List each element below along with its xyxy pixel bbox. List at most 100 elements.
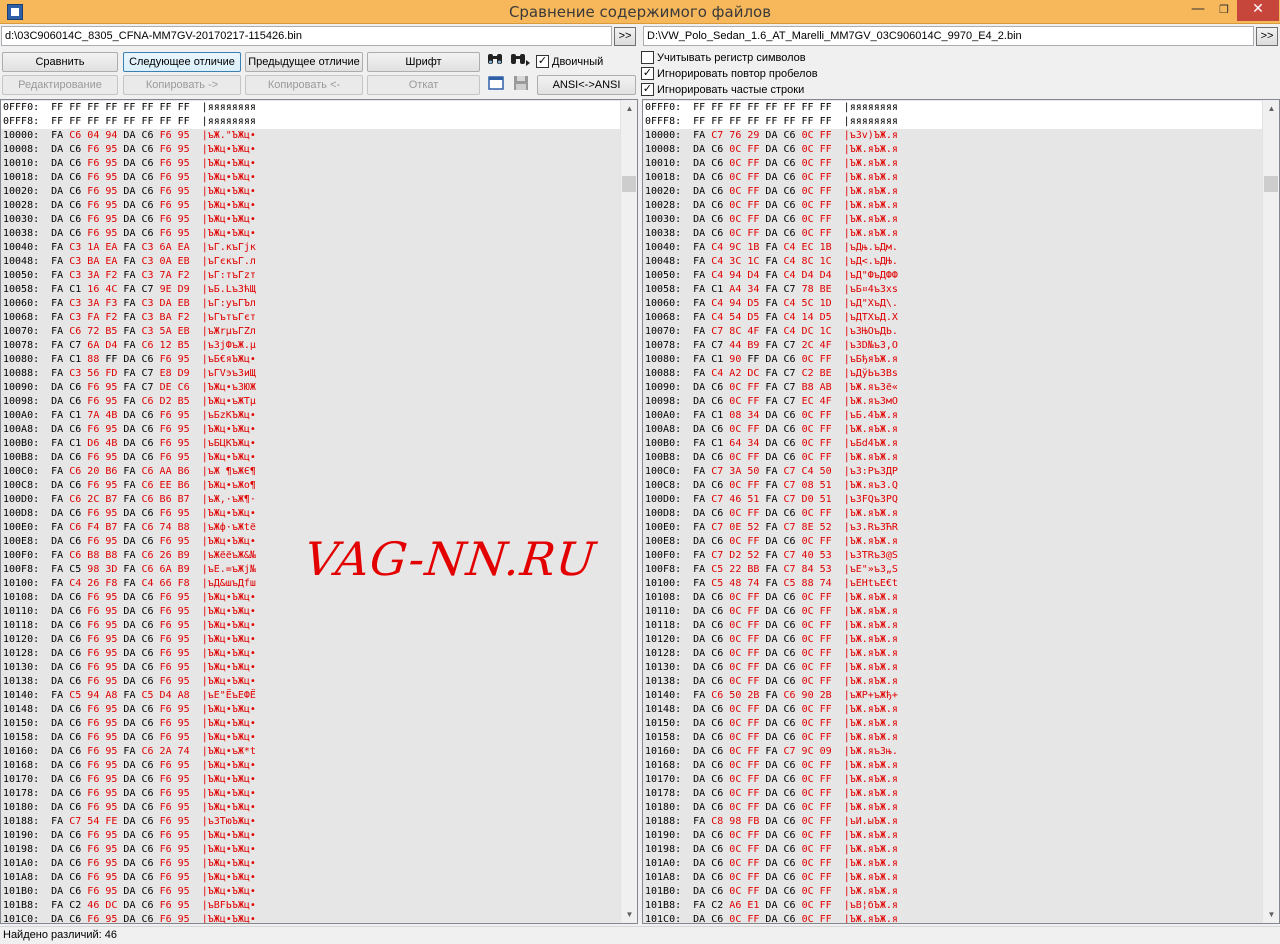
hex-row[interactable]: 10038: DA C6 F6 95 DA C6 F6 95 |ЪЖц•ЪЖц• xyxy=(1,227,620,241)
hex-row[interactable]: 100D0: FA C6 2C B7 FA C6 B6 B7 |ъЖ,·ъЖ¶· xyxy=(1,493,620,507)
binoculars-next-icon[interactable] xyxy=(510,51,530,71)
hex-row[interactable]: 10168: DA C6 F6 95 DA C6 F6 95 |ЪЖц•ЪЖц• xyxy=(1,759,620,773)
minimize-button[interactable]: — xyxy=(1185,0,1211,21)
hex-row[interactable]: 0FFF0: FF FF FF FF FF FF FF FF |яяяяяяяя xyxy=(1,101,620,115)
font-button[interactable]: Шрифт xyxy=(367,52,480,72)
close-button[interactable]: ✕ xyxy=(1237,0,1279,21)
maximize-button[interactable]: ❐ xyxy=(1211,0,1237,21)
right-scrollbar[interactable]: ▲ ▼ xyxy=(1262,100,1279,923)
hex-row[interactable]: 10160: DA C6 0C FF FA C7 9C 09 |ЪЖ.яъЗњ. xyxy=(643,745,1262,759)
hex-row[interactable]: 100C8: DA C6 F6 95 FA C6 EE B6 |ЪЖц•ъЖо¶ xyxy=(1,479,620,493)
hex-row[interactable]: 10128: DA C6 F6 95 DA C6 F6 95 |ЪЖц•ЪЖц• xyxy=(1,647,620,661)
hex-row[interactable]: 100C8: DA C6 0C FF FA C7 08 51 |ЪЖ.яъЗ.Q xyxy=(643,479,1262,493)
hex-row[interactable]: 10110: DA C6 0C FF DA C6 0C FF |ЪЖ.яЪЖ.я xyxy=(643,605,1262,619)
hex-row[interactable]: 101C0: DA C6 0C FF DA C6 0C FF |ЪЖ.яЪЖ.я xyxy=(643,913,1262,923)
hex-row[interactable]: 100D8: DA C6 F6 95 DA C6 F6 95 |ЪЖц•ЪЖц• xyxy=(1,507,620,521)
binary-checkbox-box[interactable]: ✓ xyxy=(536,55,549,68)
ansi-toggle-button[interactable]: ANSI<->ANSI xyxy=(537,75,636,95)
hex-row[interactable]: 10190: DA C6 F6 95 DA C6 F6 95 |ЪЖц•ЪЖц• xyxy=(1,829,620,843)
hex-row[interactable]: 100E0: FA C6 F4 B7 FA C6 74 B8 |ъЖф·ъЖtё xyxy=(1,521,620,535)
case-sensitive-checkbox[interactable]: Учитывать регистр символов xyxy=(641,51,806,64)
hex-row[interactable]: 10010: DA C6 F6 95 DA C6 F6 95 |ЪЖц•ЪЖц• xyxy=(1,157,620,171)
right-scroll-down[interactable]: ▼ xyxy=(1263,906,1279,923)
hex-row[interactable]: 10090: DA C6 0C FF FA C7 B8 AB |ЪЖ.яъЗё« xyxy=(643,381,1262,395)
hex-row[interactable]: 100A8: DA C6 F6 95 DA C6 F6 95 |ЪЖц•ЪЖц• xyxy=(1,423,620,437)
hex-row[interactable]: 100F0: FA C7 D2 52 FA C7 40 53 |ъЗТRъЗ@S xyxy=(643,549,1262,563)
hex-row[interactable]: 10168: DA C6 0C FF DA C6 0C FF |ЪЖ.яЪЖ.я xyxy=(643,759,1262,773)
hex-row[interactable]: 10060: FA C3 3A F3 FA C3 DA EB |ъГ:уъГЪл xyxy=(1,297,620,311)
hex-row[interactable]: 10150: DA C6 0C FF DA C6 0C FF |ЪЖ.яЪЖ.я xyxy=(643,717,1262,731)
hex-row[interactable]: 10070: FA C6 72 B5 FA C3 5A EB |ъЖrµъГZл xyxy=(1,325,620,339)
copy-left-button[interactable]: Копировать <- xyxy=(245,75,363,95)
left-scroll-up[interactable]: ▲ xyxy=(621,100,637,117)
hex-row[interactable]: 10100: FA C5 48 74 FA C5 88 74 |ъЕHtъЕ€t xyxy=(643,577,1262,591)
hex-row[interactable]: 10018: DA C6 0C FF DA C6 0C FF |ЪЖ.яЪЖ.я xyxy=(643,171,1262,185)
hex-row[interactable]: 10078: FA C7 6A D4 FA C6 12 B5 |ъЗjФъЖ.µ xyxy=(1,339,620,353)
prev-diff-button[interactable]: Предыдущее отличие xyxy=(245,52,363,72)
hex-row[interactable]: 10038: DA C6 0C FF DA C6 0C FF |ЪЖ.яЪЖ.я xyxy=(643,227,1262,241)
hex-row[interactable]: 100F8: FA C5 22 BB FA C7 84 53 |ъЕ"»ъЗ„S xyxy=(643,563,1262,577)
hex-row[interactable]: 10148: DA C6 F6 95 DA C6 F6 95 |ЪЖц•ЪЖц• xyxy=(1,703,620,717)
hex-row[interactable]: 10030: DA C6 0C FF DA C6 0C FF |ЪЖ.яЪЖ.я xyxy=(643,213,1262,227)
compare-button[interactable]: Сравнить xyxy=(2,52,118,72)
right-scroll-thumb[interactable] xyxy=(1264,176,1278,192)
save-icon[interactable] xyxy=(511,75,531,95)
window-icon[interactable] xyxy=(486,75,506,95)
hex-row[interactable]: 10138: DA C6 F6 95 DA C6 F6 95 |ЪЖц•ЪЖц• xyxy=(1,675,620,689)
case-sensitive-box[interactable] xyxy=(641,51,654,64)
ignore-spaces-checkbox[interactable]: ✓ Игнорировать повтор пробелов xyxy=(641,67,818,80)
hex-row[interactable]: 100E8: DA C6 0C FF DA C6 0C FF |ЪЖ.яЪЖ.я xyxy=(643,535,1262,549)
hex-row[interactable]: 10068: FA C3 FA F2 FA C3 BA F2 |ъГътъГєт xyxy=(1,311,620,325)
copy-right-button[interactable]: Копировать -> xyxy=(123,75,241,95)
hex-row[interactable]: 10188: FA C8 98 FB DA C6 0C FF |ъИ.ыЪЖ.я xyxy=(643,815,1262,829)
left-scrollbar[interactable]: ▲ ▼ xyxy=(620,100,637,923)
hex-row[interactable]: 10130: DA C6 0C FF DA C6 0C FF |ЪЖ.яЪЖ.я xyxy=(643,661,1262,675)
ignore-frequent-lines-box[interactable]: ✓ xyxy=(641,83,654,96)
hex-row[interactable]: 10188: FA C7 54 FE DA C6 F6 95 |ъЗТюЪЖц• xyxy=(1,815,620,829)
hex-row[interactable]: 10060: FA C4 94 D5 FA C4 5C 1D |ъД"ХъД\. xyxy=(643,297,1262,311)
hex-row[interactable]: 10078: FA C7 44 B9 FA C7 2C 4F |ъЗD№ъЗ,O xyxy=(643,339,1262,353)
hex-row[interactable]: 10008: DA C6 0C FF DA C6 0C FF |ЪЖ.яЪЖ.я xyxy=(643,143,1262,157)
hex-row[interactable]: 10028: DA C6 0C FF DA C6 0C FF |ЪЖ.яЪЖ.я xyxy=(643,199,1262,213)
hex-row[interactable]: 10098: DA C6 0C FF FA C7 EC 4F |ЪЖ.яъЗмO xyxy=(643,395,1262,409)
hex-row[interactable]: 10080: FA C1 88 FF DA C6 F6 95 |ъБ€яЪЖц• xyxy=(1,353,620,367)
hex-row[interactable]: 10198: DA C6 F6 95 DA C6 F6 95 |ЪЖц•ЪЖц• xyxy=(1,843,620,857)
next-diff-button[interactable]: Следующее отличие xyxy=(123,52,241,72)
hex-row[interactable]: 10160: DA C6 F6 95 FA C6 2A 74 |ЪЖц•ъЖ*t xyxy=(1,745,620,759)
hex-row[interactable]: 10098: DA C6 F6 95 FA C6 D2 B5 |ЪЖц•ъЖТµ xyxy=(1,395,620,409)
hex-row[interactable]: 10140: FA C6 50 2B FA C6 90 2B |ъЖP+ъЖђ+ xyxy=(643,689,1262,703)
ignore-spaces-box[interactable]: ✓ xyxy=(641,67,654,80)
binary-checkbox[interactable]: ✓ Двоичный xyxy=(536,55,603,68)
ignore-frequent-lines-checkbox[interactable]: ✓ Игнорировать частые строки xyxy=(641,83,804,96)
hex-row[interactable]: 10028: DA C6 F6 95 DA C6 F6 95 |ЪЖц•ЪЖц• xyxy=(1,199,620,213)
hex-row[interactable]: 100B8: DA C6 F6 95 DA C6 F6 95 |ЪЖц•ЪЖц• xyxy=(1,451,620,465)
hex-row[interactable]: 10158: DA C6 F6 95 DA C6 F6 95 |ЪЖц•ЪЖц• xyxy=(1,731,620,745)
hex-row[interactable]: 101B8: FA C2 A6 E1 DA C6 0C FF |ъВ¦бЪЖ.я xyxy=(643,899,1262,913)
hex-row[interactable]: 10118: DA C6 F6 95 DA C6 F6 95 |ЪЖц•ЪЖц• xyxy=(1,619,620,633)
hex-row[interactable]: 10000: FA C6 04 94 DA C6 F6 95 |ъЖ."ЪЖц• xyxy=(1,129,620,143)
hex-row[interactable]: 101A0: DA C6 0C FF DA C6 0C FF |ЪЖ.яЪЖ.я xyxy=(643,857,1262,871)
hex-row[interactable]: 100D0: FA C7 46 51 FA C7 D0 51 |ъЗFQъЗРQ xyxy=(643,493,1262,507)
binoculars-icon[interactable] xyxy=(485,51,505,71)
hex-row[interactable]: 10018: DA C6 F6 95 DA C6 F6 95 |ЪЖц•ЪЖц• xyxy=(1,171,620,185)
hex-row[interactable]: 10020: DA C6 0C FF DA C6 0C FF |ЪЖ.яЪЖ.я xyxy=(643,185,1262,199)
hex-row[interactable]: 10000: FA C7 76 29 DA C6 0C FF |ъЗv)ЪЖ.я xyxy=(643,129,1262,143)
hex-row[interactable]: 10010: DA C6 0C FF DA C6 0C FF |ЪЖ.яЪЖ.я xyxy=(643,157,1262,171)
hex-row[interactable]: 10040: FA C4 9C 1B FA C4 EC 1B |ъДњ.ъДм. xyxy=(643,241,1262,255)
hex-row[interactable]: 10108: DA C6 F6 95 DA C6 F6 95 |ЪЖц•ЪЖц• xyxy=(1,591,620,605)
hex-row[interactable]: 101B8: FA C2 46 DC DA C6 F6 95 |ъВFЬЪЖц• xyxy=(1,899,620,913)
hex-row[interactable]: 10180: DA C6 0C FF DA C6 0C FF |ЪЖ.яЪЖ.я xyxy=(643,801,1262,815)
hex-row[interactable]: 10120: DA C6 F6 95 DA C6 F6 95 |ЪЖц•ЪЖц• xyxy=(1,633,620,647)
hex-row[interactable]: 100B8: DA C6 0C FF DA C6 0C FF |ЪЖ.яЪЖ.я xyxy=(643,451,1262,465)
hex-row[interactable]: 10048: FA C4 3C 1C FA C4 8C 1C |ъД<.ъДЊ. xyxy=(643,255,1262,269)
hex-row[interactable]: 101B0: DA C6 F6 95 DA C6 F6 95 |ЪЖц•ЪЖц• xyxy=(1,885,620,899)
hex-row[interactable]: 0FFF8: FF FF FF FF FF FF FF FF |яяяяяяяя xyxy=(643,115,1262,129)
hex-row[interactable]: 10178: DA C6 0C FF DA C6 0C FF |ЪЖ.яЪЖ.я xyxy=(643,787,1262,801)
hex-row[interactable]: 0FFF8: FF FF FF FF FF FF FF FF |яяяяяяяя xyxy=(1,115,620,129)
edit-button[interactable]: Редактирование xyxy=(2,75,118,95)
hex-row[interactable]: 10058: FA C1 A4 34 FA C7 78 BE |ъБ¤4ъЗxѕ xyxy=(643,283,1262,297)
hex-row[interactable]: 100B0: FA C1 D6 4B DA C6 F6 95 |ъБЦKЪЖц• xyxy=(1,437,620,451)
hex-row[interactable]: 10088: FA C4 A2 DC FA C7 C2 BE |ъДўЬъЗВѕ xyxy=(643,367,1262,381)
hex-row[interactable]: 10070: FA C7 8C 4F FA C4 DC 1C |ъЗЊOъДЬ. xyxy=(643,325,1262,339)
hex-row[interactable]: 10100: FA C4 26 F8 FA C4 66 F8 |ъД&шъДfш xyxy=(1,577,620,591)
